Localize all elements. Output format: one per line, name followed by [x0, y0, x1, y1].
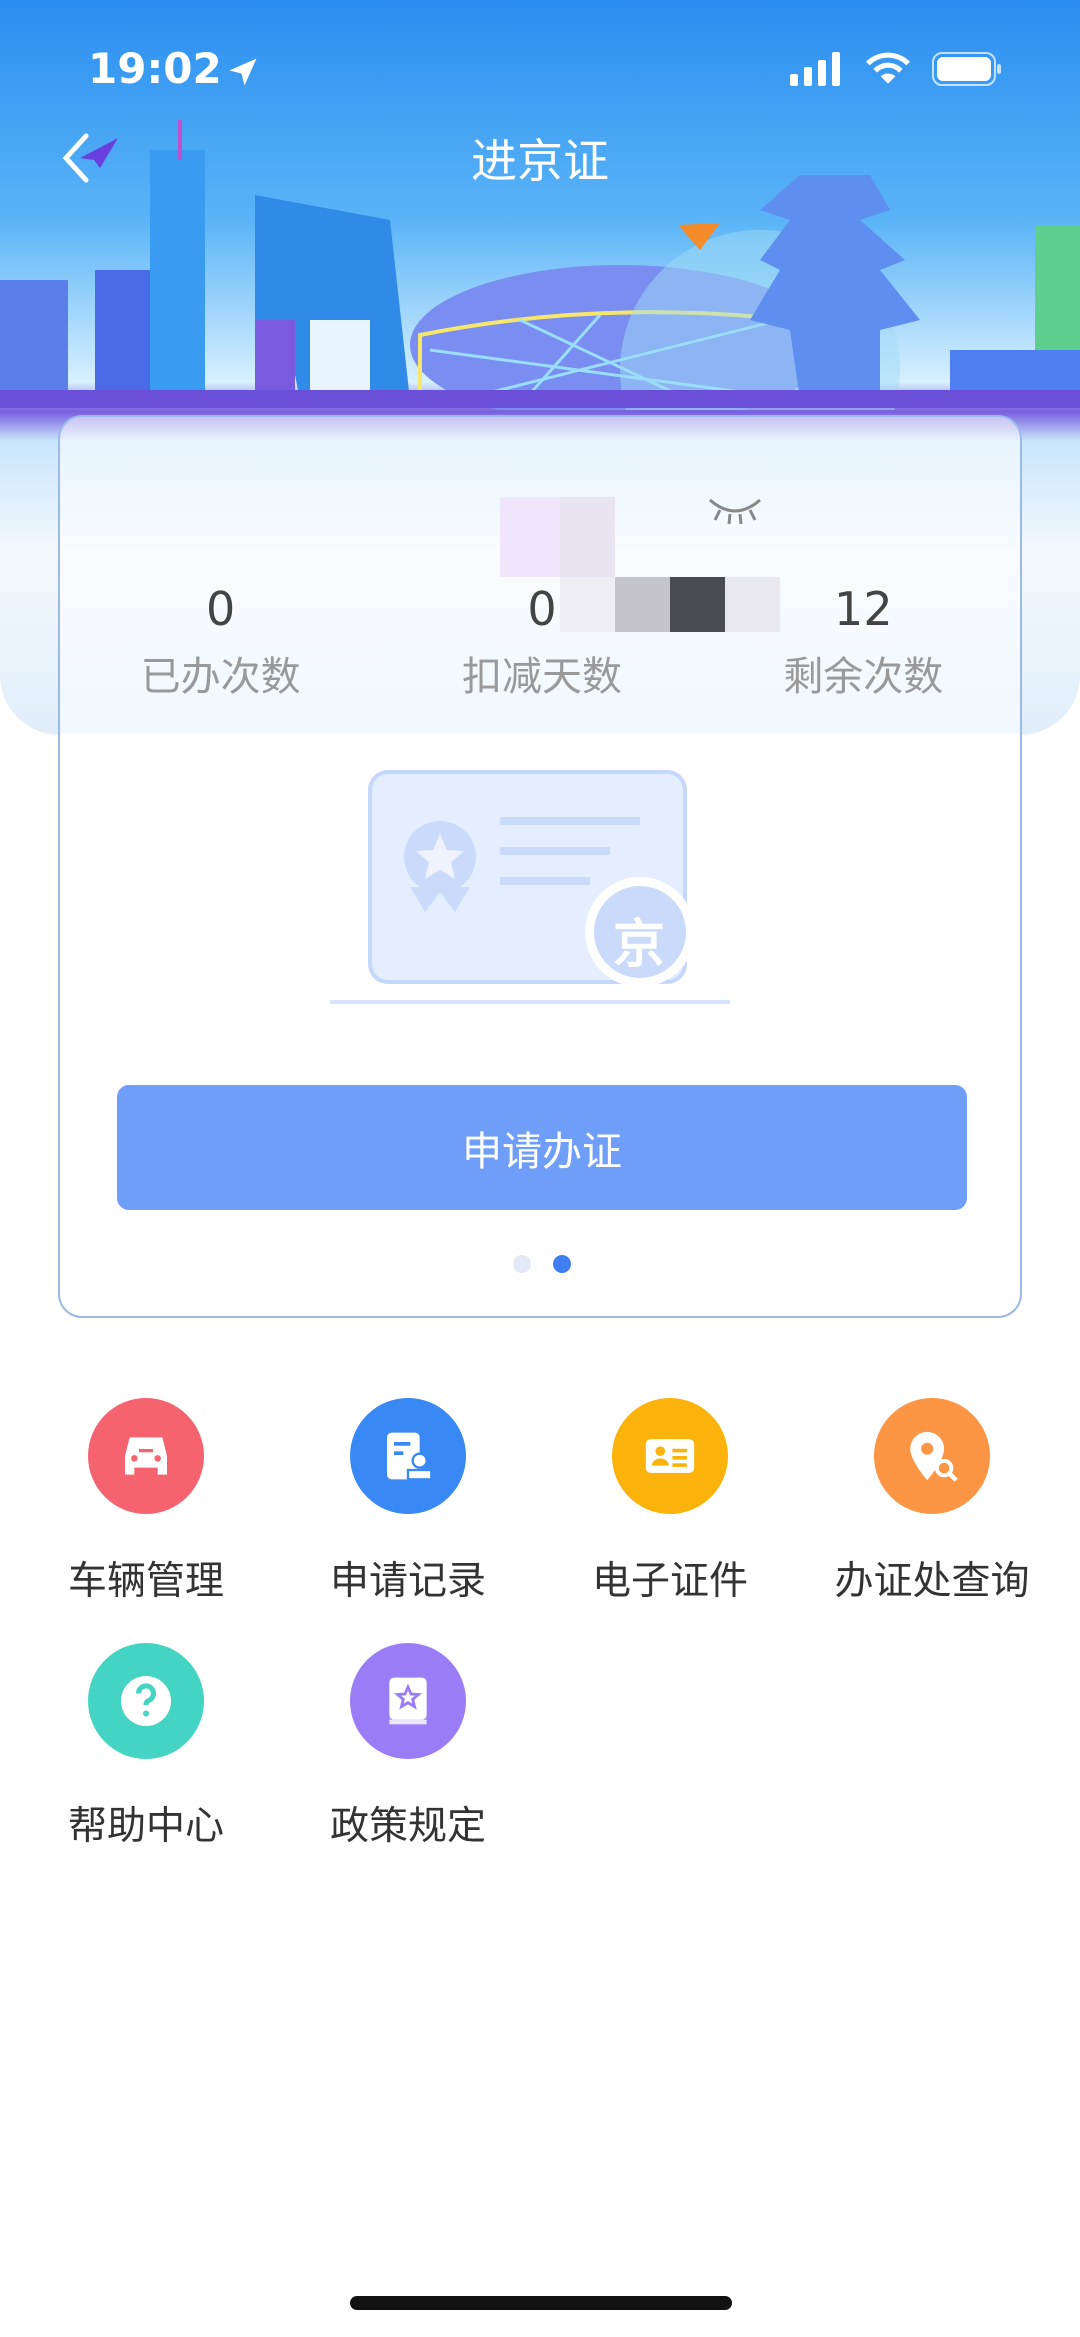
car-icon [88, 1398, 204, 1514]
menu-help-center[interactable]: 帮助中心 [15, 1643, 277, 1851]
page-indicator [60, 1255, 1024, 1273]
page-dot[interactable] [513, 1255, 531, 1273]
status-bar: 19:02 [0, 40, 1080, 100]
jing-badge: 京 [613, 915, 666, 975]
battery-icon [932, 52, 1001, 86]
menu-office-search[interactable]: 办证处查询 [801, 1398, 1063, 1606]
location-arrow-icon [229, 58, 257, 86]
policy-book-icon [350, 1643, 466, 1759]
status-time: 19:02 [88, 44, 222, 93]
help-icon [88, 1643, 204, 1759]
menu-label: 帮助中心 [67, 1804, 224, 1849]
id-card-icon [612, 1398, 728, 1514]
stat-done: 0 已办次数 [60, 582, 381, 702]
menu-label: 电子证件 [591, 1559, 748, 1604]
stats-row: 0 已办次数 0 扣减天数 12 剩余次数 [60, 582, 1024, 702]
stat-value: 12 [834, 582, 893, 636]
stat-remaining: 12 剩余次数 [703, 582, 1024, 702]
menu-vehicle-management[interactable]: 车辆管理 [15, 1398, 277, 1606]
menu-e-certificate[interactable]: 电子证件 [539, 1398, 801, 1606]
menu-label: 申请记录 [329, 1559, 486, 1604]
stat-value: 0 [527, 582, 557, 636]
signal-icon [790, 52, 840, 86]
menu-policy[interactable]: 政策规定 [277, 1643, 539, 1851]
eye-closed-icon[interactable] [705, 492, 765, 528]
stat-label: 扣减天数 [461, 654, 622, 700]
stat-label: 剩余次数 [783, 654, 944, 700]
stat-deducted: 0 扣减天数 [381, 582, 702, 702]
menu-label: 办证处查询 [834, 1559, 1030, 1604]
location-search-icon [874, 1398, 990, 1514]
stat-label: 已办次数 [140, 654, 301, 700]
stat-value: 0 [206, 582, 236, 636]
permit-card: 0 已办次数 0 扣减天数 12 剩余次数 京 申请办证 [58, 415, 1022, 1318]
permit-illustration: 京 [330, 762, 750, 1026]
menu-label: 车辆管理 [67, 1559, 224, 1604]
apply-permit-button[interactable]: 申请办证 [117, 1085, 967, 1210]
menu-apply-records[interactable]: 申请记录 [277, 1398, 539, 1606]
page-dot-active[interactable] [553, 1255, 571, 1273]
wifi-icon [866, 52, 910, 84]
home-indicator[interactable] [350, 2296, 732, 2310]
record-stamp-icon [350, 1398, 466, 1514]
page-title: 进京证 [471, 134, 609, 188]
menu-label: 政策规定 [329, 1804, 486, 1849]
